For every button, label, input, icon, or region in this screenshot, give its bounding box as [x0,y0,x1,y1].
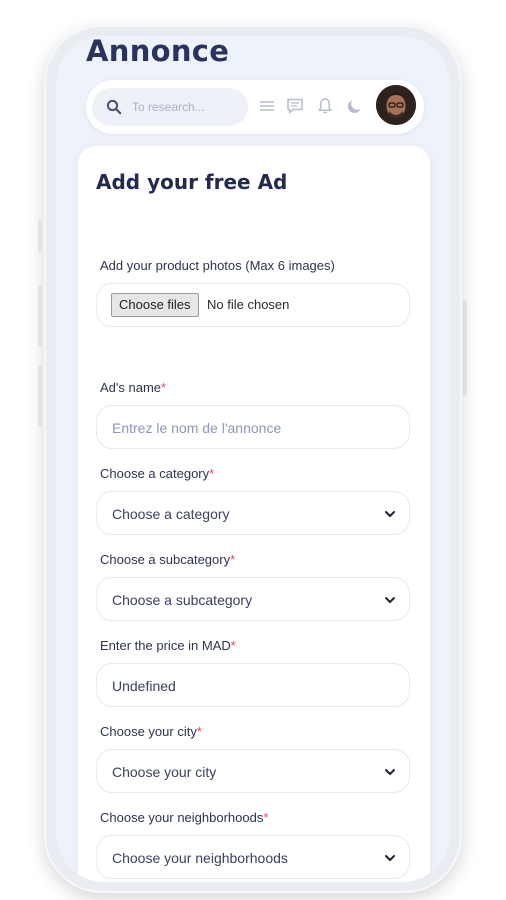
price-label: Enter the price in MAD* [100,638,236,653]
top-bar [86,80,424,134]
city-label: Choose your city* [100,724,202,739]
avatar[interactable] [376,85,416,125]
subcategory-label: Choose a subcategory* [100,552,236,567]
subcategory-value: Choose a subcategory [112,592,253,608]
neighborhood-select[interactable]: Choose your neighborhoods [96,835,410,879]
category-select[interactable]: Choose a category [96,491,410,535]
search-input[interactable] [132,97,242,117]
ad-name-label: Ad's name* [100,380,167,395]
chevron-down-icon [385,769,395,775]
price-input[interactable]: Undefined [96,663,410,707]
subcategory-select[interactable]: Choose a subcategory [96,577,410,621]
photos-label: Add your product photos (Max 6 images) [100,258,335,273]
menu-icon[interactable] [258,97,276,115]
side-button-1 [38,220,42,252]
price-value: Undefined [112,678,176,694]
ad-form-card: Add your free Ad Add your product photos… [78,146,430,882]
moon-icon[interactable] [346,97,364,115]
city-select[interactable]: Choose your city [96,749,410,793]
chevron-down-icon [385,511,395,517]
side-button-4 [463,300,467,396]
category-value: Choose a category [112,506,230,522]
chevron-down-icon [385,597,395,603]
city-value: Choose your city [112,764,217,780]
search-box[interactable] [92,88,248,126]
photos-file-field: Choose files No file chosen [96,283,410,327]
choose-files-button[interactable]: Choose files [111,293,199,317]
search-icon [106,99,122,115]
neighborhood-label: Choose your neighborhoods* [100,810,269,825]
avatar-face [376,85,416,125]
side-button-2 [38,286,42,346]
ad-name-field[interactable]: Entrez le nom de l'annonce [96,405,410,449]
file-status: No file chosen [207,297,290,312]
neighborhood-value: Choose your neighborhoods [112,850,288,866]
ad-name-placeholder: Entrez le nom de l'annonce [112,420,282,436]
phone-screen: Annonce To research... Add your free Ad … [56,36,450,882]
chevron-down-icon [385,855,395,861]
app-title: Annonce [86,36,230,68]
chat-icon[interactable] [286,97,304,115]
category-label: Choose a category* [100,466,215,481]
bell-icon[interactable] [316,97,334,115]
side-button-3 [38,366,42,426]
form-title: Add your free Ad [96,170,288,194]
